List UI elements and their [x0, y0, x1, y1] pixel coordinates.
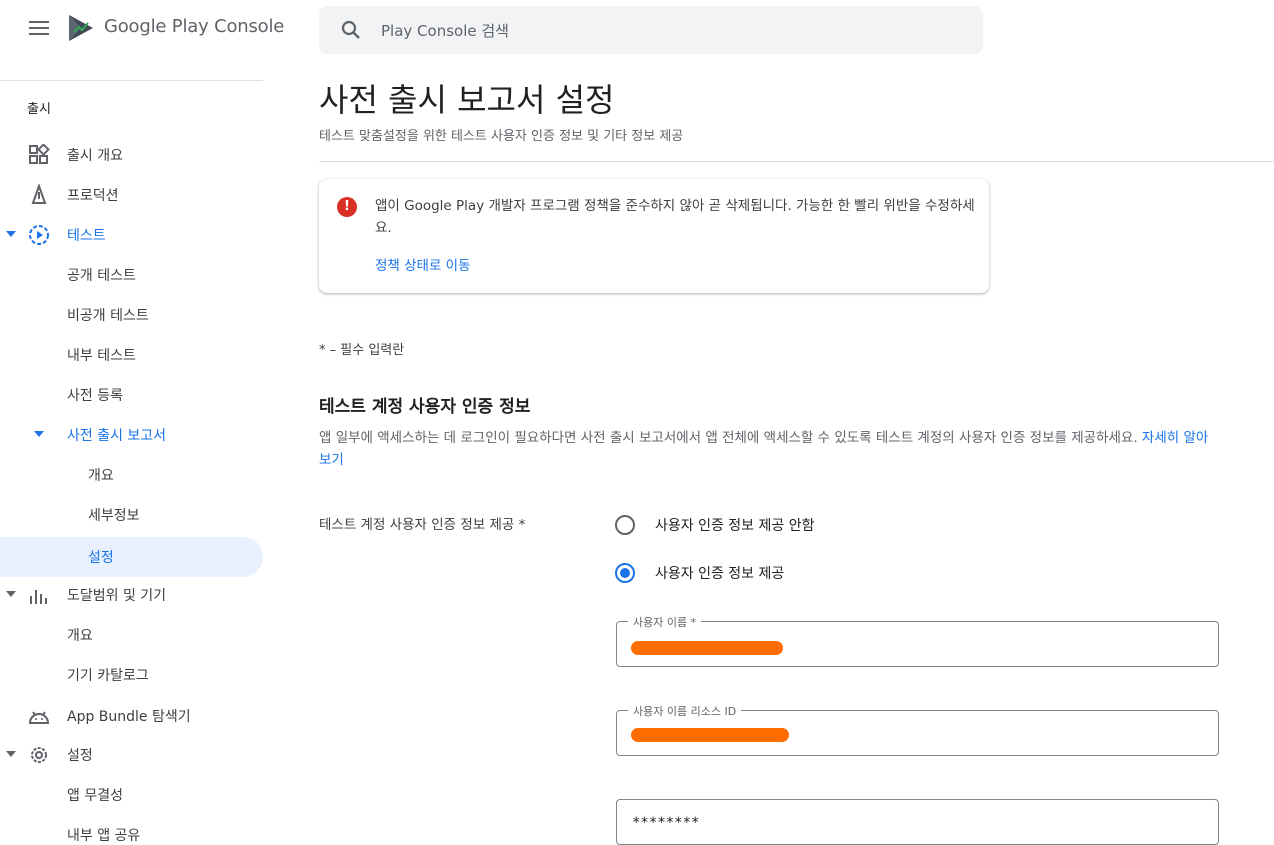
- divider: [319, 161, 1274, 162]
- radio-no-credentials[interactable]: 사용자 인증 정보 제공 안함: [615, 513, 814, 537]
- search-input[interactable]: [381, 20, 961, 42]
- sidebar-item-label: 설정: [67, 748, 93, 764]
- password-field[interactable]: [616, 799, 1219, 845]
- section-description-text: 앱 일부에 액세스하는 데 로그인이 필요하다면 사전 출시 보고서에서 앱 전…: [319, 430, 1138, 446]
- sidebar-item-label: 공개 테스트: [67, 268, 136, 284]
- required-field-note: * – 필수 입력란: [319, 343, 405, 358]
- sidebar-item-plr-details[interactable]: 세부정보: [0, 495, 263, 535]
- chevron-down-icon[interactable]: [6, 591, 16, 597]
- search-bar[interactable]: [319, 6, 983, 54]
- sidebar-header: Google Play Console: [0, 0, 284, 60]
- menu-icon[interactable]: [29, 21, 49, 37]
- radio-label: 사용자 인증 정보 제공 안함: [655, 518, 815, 534]
- sidebar: Google Play Console 출시 출시 개요 프로덕션 테스트 공개…: [0, 0, 284, 845]
- sidebar-item-label: 도달범위 및 기기: [67, 588, 167, 604]
- section-title: 테스트 계정 사용자 인증 정보: [319, 397, 531, 417]
- sidebar-item-label: 개요: [88, 468, 114, 484]
- sidebar-item-label: 사전 등록: [67, 388, 123, 404]
- username-field-label: 사용자 이름 *: [628, 614, 702, 630]
- sidebar-item-label: 테스트: [67, 228, 106, 244]
- production-icon: [31, 184, 47, 204]
- sidebar-item-label: 내부 앱 공유: [67, 828, 141, 844]
- sidebar-item-label: 내부 테스트: [67, 348, 136, 364]
- sidebar-item-reach-overview[interactable]: 개요: [0, 615, 263, 655]
- sidebar-item-device-catalog[interactable]: 기기 카탈로그: [0, 655, 263, 695]
- sidebar-item-app-integrity[interactable]: 앱 무결성: [0, 775, 263, 815]
- redaction-mark: [631, 641, 783, 655]
- gear-icon: [31, 747, 47, 763]
- sidebar-item-app-bundle-explorer[interactable]: App Bundle 탐색기: [0, 696, 263, 736]
- chevron-down-icon[interactable]: [34, 431, 44, 437]
- sidebar-divider: [0, 80, 263, 81]
- sidebar-item-label: 출시 개요: [67, 148, 123, 164]
- username-field[interactable]: 사용자 이름 *: [616, 614, 1219, 667]
- sidebar-item-reach-devices[interactable]: 도달범위 및 기기: [0, 575, 263, 615]
- radio-provide-credentials[interactable]: 사용자 인증 정보 제공: [615, 561, 784, 585]
- alert-message: 앱이 Google Play 개발자 프로그램 정책을 준수하지 않아 곧 삭제…: [375, 198, 975, 236]
- radio-button[interactable]: [615, 563, 635, 583]
- sidebar-item-open-testing[interactable]: 공개 테스트: [0, 255, 263, 295]
- sidebar-item-plr-settings[interactable]: 설정: [0, 537, 263, 577]
- policy-alert-card: ! 앱이 Google Play 개발자 프로그램 정책을 준수하지 않아 곧 …: [319, 179, 989, 293]
- sidebar-item-plr-overview[interactable]: 개요: [0, 455, 263, 495]
- sidebar-section-heading: 출시: [27, 102, 51, 117]
- sidebar-item-production[interactable]: 프로덕션: [0, 175, 263, 215]
- android-icon: [28, 711, 50, 724]
- sidebar-item-label: 프로덕션: [67, 188, 119, 204]
- sidebar-item-internal-testing[interactable]: 내부 테스트: [0, 335, 263, 375]
- play-console-logo: [69, 15, 93, 41]
- sidebar-item-label: 사전 출시 보고서: [67, 428, 167, 444]
- resource-id-field-label: 사용자 이름 리소스 ID: [628, 703, 742, 719]
- chevron-down-icon[interactable]: [6, 751, 16, 757]
- sidebar-item-label: 개요: [67, 628, 93, 644]
- radio-button[interactable]: [615, 515, 635, 535]
- policy-status-link[interactable]: 정책 상태로 이동: [375, 254, 471, 274]
- sidebar-item-pre-launch-report[interactable]: 사전 출시 보고서: [0, 415, 263, 455]
- page-subtitle: 테스트 맞춤설정을 위한 테스트 사용자 인증 정보 및 기타 정보 제공: [319, 129, 684, 144]
- bar-chart-icon: [30, 590, 47, 604]
- redaction-mark: [631, 728, 789, 742]
- sidebar-item-label: 세부정보: [88, 508, 140, 524]
- sidebar-item-label: 기기 카탈로그: [67, 668, 149, 684]
- sidebar-item-release-overview[interactable]: 출시 개요: [0, 135, 263, 175]
- section-description: 앱 일부에 액세스하는 데 로그인이 필요하다면 사전 출시 보고서에서 앱 전…: [319, 427, 1219, 471]
- sidebar-item-label: 설정: [88, 550, 114, 566]
- testing-icon: [29, 225, 49, 245]
- sidebar-item-label: 비공개 테스트: [67, 308, 149, 324]
- password-input[interactable]: [632, 812, 1202, 834]
- radio-label: 사용자 인증 정보 제공: [655, 566, 785, 582]
- sidebar-item-label: 앱 무결성: [67, 788, 123, 804]
- username-resource-id-field[interactable]: 사용자 이름 리소스 ID: [616, 703, 1219, 756]
- sidebar-item-pre-registration[interactable]: 사전 등록: [0, 375, 263, 415]
- credentials-field-label: 테스트 계정 사용자 인증 정보 제공 *: [319, 517, 526, 533]
- brand-name[interactable]: Google Play Console: [104, 16, 284, 37]
- chevron-down-icon[interactable]: [6, 231, 16, 237]
- sidebar-item-testing[interactable]: 테스트: [0, 215, 263, 255]
- sidebar-item-closed-testing[interactable]: 비공개 테스트: [0, 295, 263, 335]
- search-icon[interactable]: [341, 20, 361, 40]
- sidebar-item-label: App Bundle 탐색기: [67, 709, 191, 725]
- sidebar-item-settings[interactable]: 설정: [0, 735, 263, 775]
- page-title: 사전 출시 보고서 설정: [319, 81, 615, 119]
- dashboard-icon: [29, 144, 50, 164]
- sidebar-item-internal-app-sharing[interactable]: 내부 앱 공유: [0, 815, 263, 845]
- error-icon: !: [337, 197, 357, 217]
